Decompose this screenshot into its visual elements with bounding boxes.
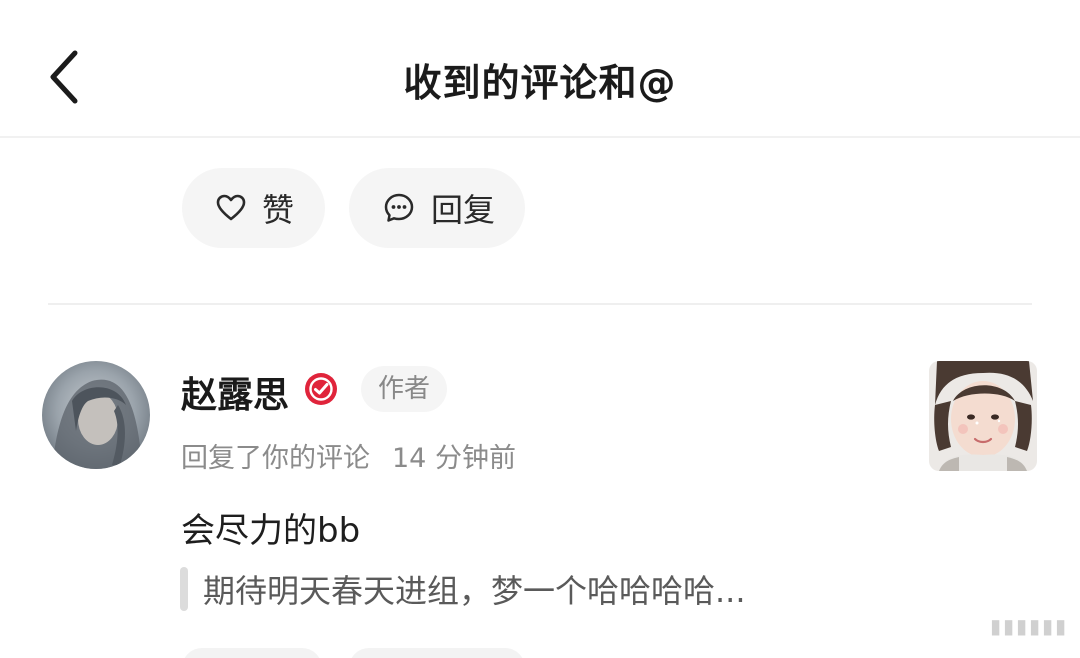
quoted-comment-text: 期待明天春天进组，梦一个哈哈哈哈... — [203, 572, 746, 610]
reply-comment-text[interactable]: 会尽力的bb — [181, 503, 360, 552]
like-label: 赞 — [262, 191, 295, 229]
username[interactable]: 赵露思 — [181, 366, 289, 418]
post-thumbnail[interactable] — [929, 361, 1037, 471]
notifications-page: 收到的评论和@ 赞 回复 赵露思 作者 回复了你的评论 14 分钟前 会尽力的b… — [0, 0, 1080, 658]
next-like-button[interactable] — [182, 648, 322, 658]
quote-bar — [180, 567, 188, 611]
page-title: 收到的评论和@ — [403, 61, 677, 105]
reply-label: 回复 — [431, 191, 496, 229]
verified-check-icon — [305, 373, 337, 405]
quoted-comment[interactable]: 期待明天春天进组，梦一个哈哈哈哈... — [180, 566, 746, 612]
heart-outline-icon — [216, 194, 246, 222]
avatar[interactable] — [42, 361, 150, 469]
item-divider — [48, 303, 1032, 305]
notification-meta: 回复了你的评论 14 分钟前 — [181, 436, 516, 475]
top-nav-bar: 收到的评论和@ — [0, 0, 1080, 138]
like-button[interactable]: 赞 — [182, 168, 325, 248]
action-text: 回复了你的评论 — [181, 443, 370, 474]
timestamp: 14 分钟前 — [392, 443, 516, 474]
next-reply-button[interactable] — [349, 648, 525, 658]
watermark: ▮▮▮▮▮▮ — [989, 614, 1068, 638]
author-badge: 作者 — [361, 366, 448, 412]
comment-bubble-icon — [383, 192, 415, 224]
reply-button[interactable]: 回复 — [349, 168, 525, 248]
